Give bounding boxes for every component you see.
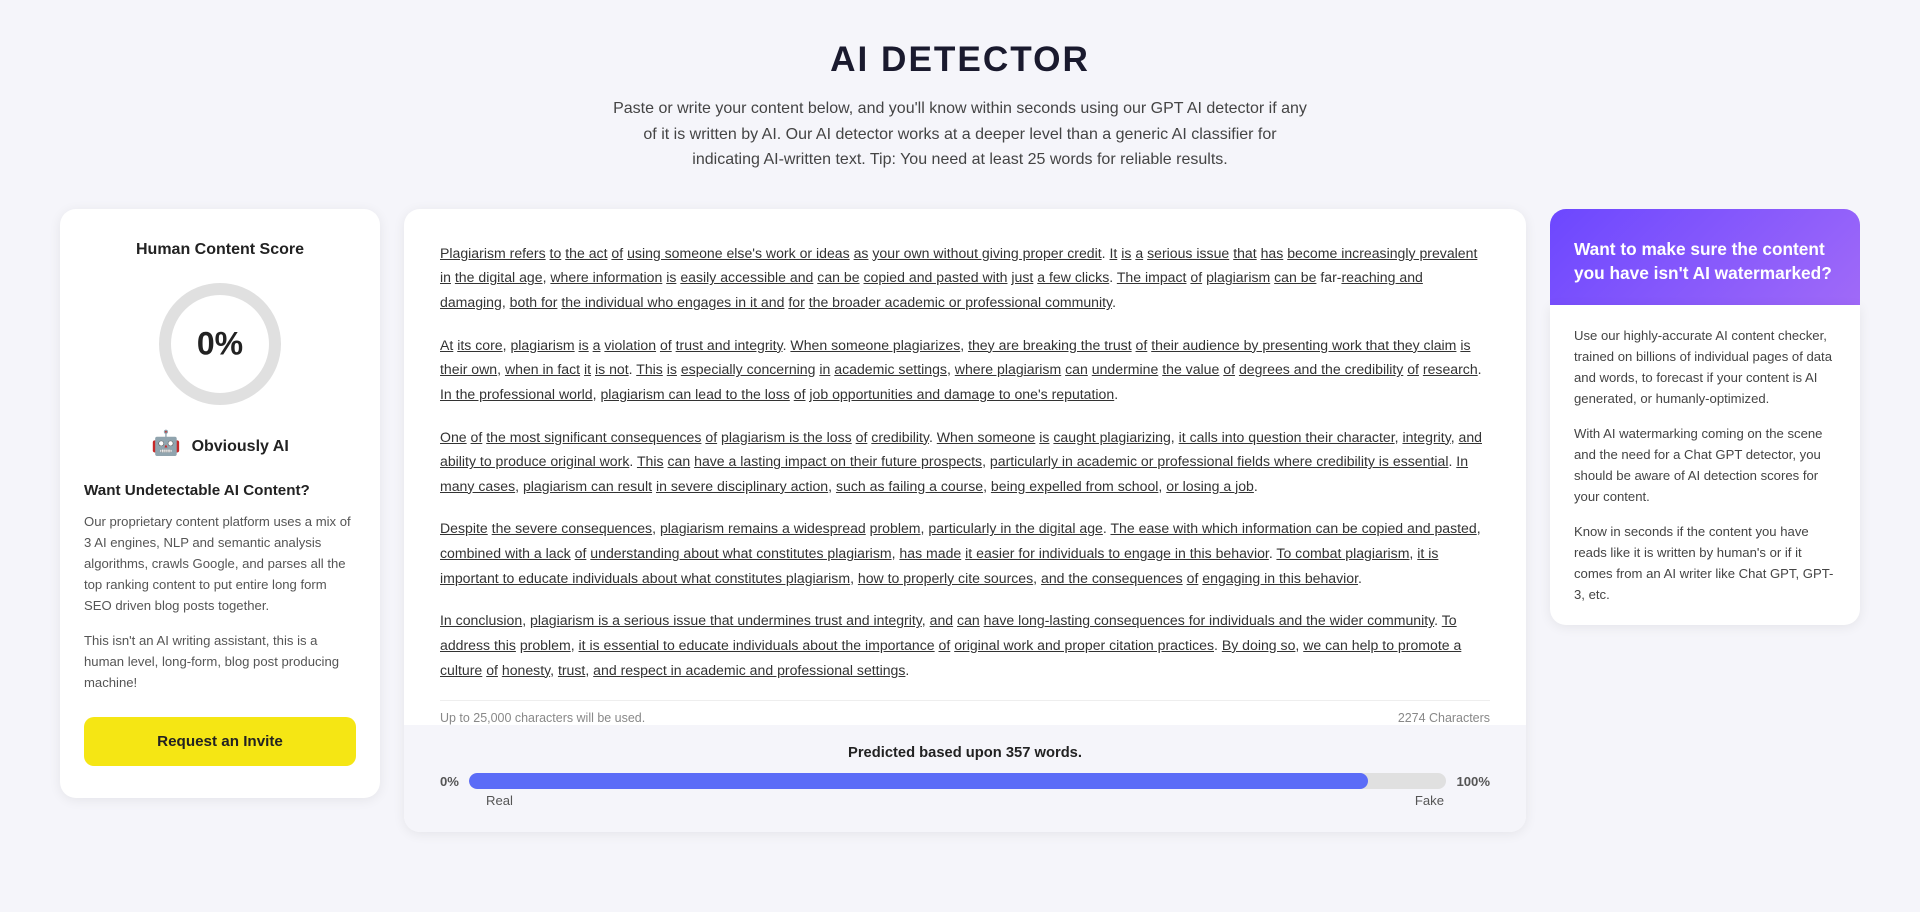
left-panel: Human Content Score 0% 🤖 Obviously AI Wa… <box>60 209 380 798</box>
page-title: AI DETECTOR <box>60 40 1860 80</box>
footer-bar: Up to 25,000 characters will be used. 22… <box>440 700 1490 725</box>
footer-right-text: 2274 Characters <box>1398 711 1490 725</box>
prediction-words: 357 words <box>1006 745 1078 761</box>
watermark-info-1: Use our highly-accurate AI content check… <box>1574 325 1836 409</box>
score-label-text: Obviously AI <box>192 438 289 455</box>
robot-icon: 🤖 <box>151 430 181 457</box>
score-label: 🤖 Obviously AI <box>84 429 356 458</box>
prediction-bar-row: 0% 100% <box>440 773 1490 789</box>
bar-right-label: Fake <box>1415 793 1444 808</box>
bar-labels-row: Real Fake <box>440 793 1490 808</box>
watermark-title: Want to make sure the content you have i… <box>1574 237 1836 285</box>
right-panel: Want to make sure the content you have i… <box>1550 209 1860 625</box>
score-circle-wrapper: 0% <box>84 279 356 409</box>
human-score-title: Human Content Score <box>84 241 356 259</box>
watermark-info-card: Use our highly-accurate AI content check… <box>1550 305 1860 625</box>
paragraph-2: At its core, plagiarism is a violation o… <box>440 333 1490 407</box>
paragraph-5: In conclusion, plagiarism is a serious i… <box>440 608 1490 682</box>
bar-left-label: Real <box>486 793 513 808</box>
watermark-card: Want to make sure the content you have i… <box>1550 209 1860 305</box>
prediction-section: Predicted based upon 357 words. 0% 100% … <box>404 725 1526 832</box>
left-panel-desc2: This isn't an AI writing assistant, this… <box>84 630 356 693</box>
request-invite-button[interactable]: Request an Invite <box>84 717 356 766</box>
want-undetectable-title: Want Undetectable AI Content? <box>84 482 356 499</box>
paragraph-3: One of the most significant consequences… <box>440 425 1490 499</box>
watermark-info-2: With AI watermarking coming on the scene… <box>1574 423 1836 507</box>
paragraph-4: Despite the severe consequences, plagiar… <box>440 516 1490 590</box>
main-content: Human Content Score 0% 🤖 Obviously AI Wa… <box>60 209 1860 832</box>
prediction-bar-fill <box>469 773 1368 789</box>
bar-left-pct: 0% <box>440 774 459 789</box>
article-text: Plagiarism refers to the act of using so… <box>440 241 1490 682</box>
left-panel-desc1: Our proprietary content platform uses a … <box>84 511 356 616</box>
paragraph-1: Plagiarism refers to the act of using so… <box>440 241 1490 315</box>
page-description: Paste or write your content below, and y… <box>610 96 1310 173</box>
center-panel: Plagiarism refers to the act of using so… <box>404 209 1526 832</box>
score-circle: 0% <box>155 279 285 409</box>
prediction-bar-track <box>469 773 1447 789</box>
bar-right-pct: 100% <box>1456 774 1490 789</box>
page-header: AI DETECTOR Paste or write your content … <box>60 40 1860 173</box>
footer-left-text: Up to 25,000 characters will be used. <box>440 711 645 725</box>
score-value: 0% <box>197 325 243 362</box>
prediction-title: Predicted based upon 357 words. <box>440 745 1490 761</box>
watermark-info-3: Know in seconds if the content you have … <box>1574 521 1836 605</box>
